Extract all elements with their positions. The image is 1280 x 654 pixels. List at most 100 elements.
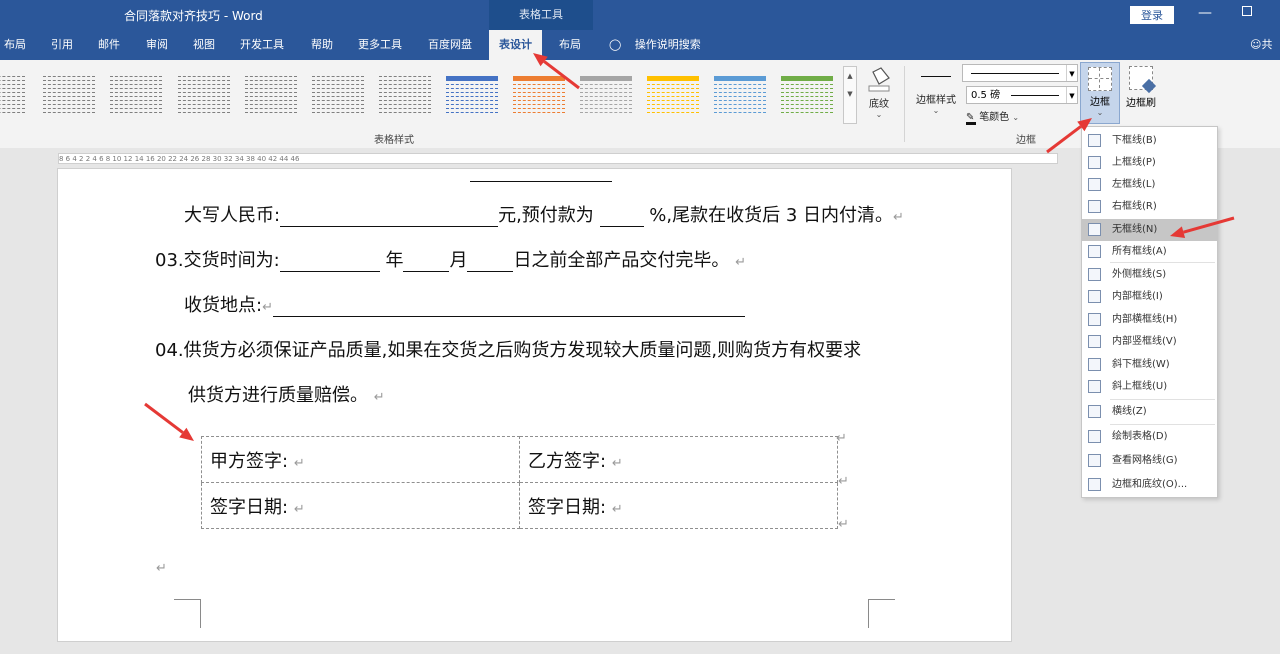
line-style-select[interactable]: ▼ — [962, 64, 1078, 82]
party-a-date-cell[interactable]: 签字日期: ↵ — [201, 482, 520, 529]
month-blank[interactable] — [403, 253, 450, 272]
gallery-scroll-more[interactable]: ▲ ▼ — [843, 66, 857, 124]
borders-menu-item[interactable]: 内部框线(I) — [1082, 286, 1217, 308]
borders-menu-item[interactable]: 所有框线(A) — [1082, 241, 1217, 263]
borders-menu-item[interactable]: 查看网格线(G) — [1082, 450, 1217, 472]
table-row: 甲方签字: ↵ 乙方签字: ↵ — [201, 436, 838, 483]
chevron-down-icon: ▼ — [1066, 65, 1077, 81]
tab-review[interactable]: 审阅 — [146, 30, 168, 60]
table-row: 签字日期: ↵ 签字日期: ↵ — [201, 482, 838, 529]
borders-menu-item-label: 边框和底纹(O)... — [1112, 479, 1188, 490]
inside-vertical-border-icon — [1088, 335, 1101, 348]
borders-menu-item[interactable]: 绘制表格(D) — [1082, 426, 1217, 448]
table-style-thumbnail[interactable] — [579, 73, 633, 113]
diagonal-up-border-icon — [1088, 380, 1101, 393]
table-style-thumbnail[interactable] — [378, 73, 432, 113]
tab-baidu-netdisk[interactable]: 百度网盘 — [428, 30, 472, 60]
line-weight-value: 0.5 磅 — [971, 90, 1001, 101]
borders-menu-item[interactable]: 内部横框线(H) — [1082, 309, 1217, 331]
borders-button[interactable]: 边框 ⌄ — [1080, 62, 1120, 124]
ruler-scale: 8 6 4 2 2 4 6 8 10 12 14 16 20 22 24 26 … — [58, 153, 1058, 164]
table-style-thumbnail[interactable] — [311, 73, 365, 113]
border-painter-button[interactable]: 边框刷 — [1122, 66, 1160, 122]
tab-layout[interactable]: 布局 — [4, 30, 26, 60]
table-style-thumbnail[interactable] — [177, 73, 231, 113]
borders-menu-item[interactable]: 边框和底纹(O)... — [1082, 474, 1217, 496]
amount-line: 大写人民币: 元,预付款为 %,尾款在收货后 3 日内付清。↵ — [184, 205, 904, 227]
party-b-signature-cell[interactable]: 乙方签字: ↵ — [519, 436, 838, 483]
end-of-row-mark: ↵ — [836, 431, 847, 446]
person-icon: ☺ — [1250, 38, 1262, 51]
table-styles-group-label: 表格样式 — [374, 135, 414, 146]
document-page[interactable]: 大写人民币: 元,预付款为 %,尾款在收货后 3 日内付清。↵ 03.交货时间为:… — [57, 168, 1012, 642]
day-blank[interactable] — [467, 253, 514, 272]
table-style-thumbnail[interactable] — [646, 73, 700, 113]
menu-separator — [1110, 262, 1215, 263]
borders-menu-item[interactable]: 下框线(B) — [1082, 130, 1217, 152]
table-style-thumbnail[interactable] — [0, 73, 26, 113]
tab-mailings[interactable]: 邮件 — [98, 30, 120, 60]
borders-menu-item[interactable]: 无框线(N) — [1082, 219, 1217, 241]
page-corner-mark — [868, 599, 895, 628]
table-tools-context-header: 表格工具 — [489, 0, 593, 30]
border-painter-label: 边框刷 — [1126, 98, 1156, 109]
chevron-down-icon: ⌄ — [932, 106, 940, 115]
view-gridlines-icon — [1088, 454, 1101, 467]
table-style-thumbnail[interactable] — [109, 73, 163, 113]
borders-menu-item-label: 查看网格线(G) — [1112, 455, 1178, 466]
amount-blank[interactable] — [280, 208, 499, 227]
table-style-thumbnail[interactable] — [512, 73, 566, 113]
border-styles-button[interactable]: 边框样式 ⌄ — [912, 66, 960, 126]
borders-menu-item-label: 无框线(N) — [1112, 224, 1158, 235]
location-blank[interactable] — [272, 298, 745, 317]
ribbon-separator — [904, 66, 905, 142]
left-border-icon — [1088, 178, 1101, 191]
shading-button[interactable]: 底纹 ⌄ — [862, 66, 896, 126]
login-button[interactable]: 登录 — [1130, 6, 1174, 24]
borders-menu-item-label: 内部框线(I) — [1112, 291, 1163, 302]
tell-me-search[interactable]: ◯ 操作说明搜索 — [609, 30, 701, 60]
minimize-button[interactable]: — — [1198, 5, 1212, 21]
borders-menu-item-label: 上框线(P) — [1112, 157, 1156, 168]
borders-menu-item[interactable]: 斜下框线(W) — [1082, 354, 1217, 376]
tab-references[interactable]: 引用 — [51, 30, 73, 60]
table-style-thumbnail[interactable] — [713, 73, 767, 113]
border-styles-label: 边框样式 — [916, 95, 956, 106]
line-weight-select[interactable]: 0.5 磅 ▼ — [966, 86, 1078, 104]
weight-preview-icon — [1011, 95, 1059, 96]
borders-menu-item[interactable]: 内部竖框线(V) — [1082, 331, 1217, 353]
tab-help[interactable]: 帮助 — [311, 30, 333, 60]
tab-more-tools[interactable]: 更多工具 — [358, 30, 402, 60]
year-blank[interactable] — [279, 253, 380, 272]
party-b-date-cell[interactable]: 签字日期: ↵ — [519, 482, 838, 529]
borders-menu-item-label: 所有框线(A) — [1112, 246, 1167, 257]
table-style-thumbnail[interactable] — [445, 73, 499, 113]
table-style-thumbnail[interactable] — [42, 73, 96, 113]
borders-menu-item[interactable]: 横线(Z) — [1082, 401, 1217, 423]
prepay-percent-blank[interactable] — [599, 208, 644, 227]
restore-button[interactable] — [1242, 6, 1252, 16]
chevron-down-icon: ▼ — [1066, 87, 1077, 103]
quality-clause-continuation: 供货方进行质量赔偿。 ↵ — [188, 385, 385, 406]
chevron-down-icon: ⌄ — [1096, 108, 1104, 117]
tab-developer[interactable]: 开发工具 — [240, 30, 284, 60]
table-style-thumbnail[interactable] — [780, 73, 834, 113]
line-style-preview-icon — [971, 73, 1059, 74]
tab-table-design[interactable]: 表设计 — [489, 30, 542, 60]
table-style-thumbnail[interactable] — [244, 73, 298, 113]
pen-color-button[interactable]: ✎ 笔颜色 ⌄ — [966, 108, 1019, 125]
borders-menu-item[interactable]: 外侧框线(S) — [1082, 264, 1217, 286]
tab-table-layout[interactable]: 布局 — [559, 30, 581, 60]
borders-menu-item[interactable]: 上框线(P) — [1082, 152, 1217, 174]
borders-dropdown-menu[interactable]: 下框线(B) 上框线(P) 左框线(L) 右框线(R) 无框线(N) 所有框线(A) 外侧框… — [1081, 126, 1218, 498]
signature-table[interactable]: 甲方签字: ↵ 乙方签字: ↵ 签字日期: ↵ 签字日期: ↵ — [201, 436, 838, 529]
tab-view[interactable]: 视图 — [193, 30, 215, 60]
borders-menu-item-label: 斜上框线(U) — [1112, 381, 1168, 392]
share-button[interactable]: ☺共 — [1250, 30, 1272, 60]
chevron-down-icon: ⌄ — [875, 110, 883, 119]
inside-horizontal-border-icon — [1088, 313, 1101, 326]
borders-menu-item[interactable]: 斜上框线(U) — [1082, 376, 1217, 398]
borders-menu-item[interactable]: 左框线(L) — [1082, 174, 1217, 196]
party-a-signature-cell[interactable]: 甲方签字: ↵ — [201, 436, 520, 483]
borders-menu-item[interactable]: 右框线(R) — [1082, 196, 1217, 218]
